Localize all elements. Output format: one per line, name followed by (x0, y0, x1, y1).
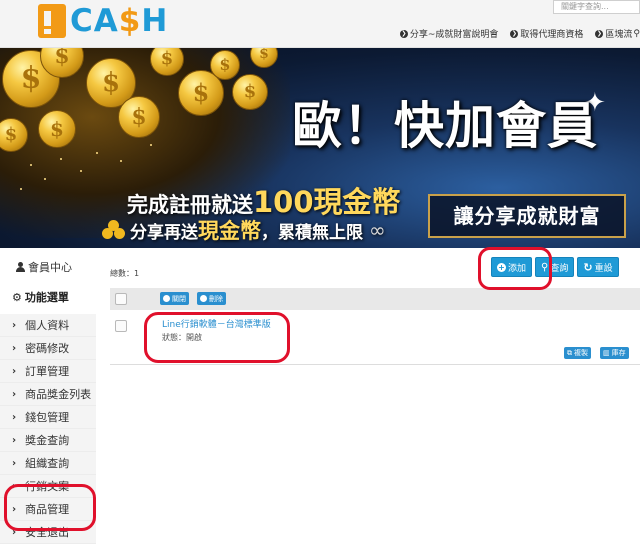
main-content: 總數：1 + 添加 ⚲ 查詢 ↻ 重設 關閉 刪除 Line行銷軟體－台灣標準版 狀態… (96, 252, 640, 547)
chevron-right-icon: › (12, 457, 17, 469)
sidebar-item-bonus-query[interactable]: › 獎金查詢 (0, 429, 96, 452)
sparkle (80, 170, 82, 172)
logo-mark-icon (38, 4, 66, 38)
sidebar-item-marketing[interactable]: › 行銷文案 (0, 475, 96, 498)
sparkle (120, 160, 122, 162)
chevron-right-icon: › (12, 434, 17, 446)
select-all-checkbox[interactable] (115, 293, 127, 305)
plus-circle-icon: + (497, 262, 506, 272)
reset-button[interactable]: ↻ 重設 (577, 257, 619, 277)
refresh-icon: ↻ (583, 260, 593, 274)
add-button[interactable]: + 添加 (491, 257, 533, 277)
sidebar-item-password[interactable]: › 密碼修改 (0, 337, 96, 360)
table-header: 關閉 刪除 (110, 288, 640, 310)
chevron-right-icon: › (12, 411, 17, 423)
toolbar: + 添加 ⚲ 查詢 ↻ 重設 (491, 257, 622, 277)
user-icon (16, 262, 25, 272)
banner-headline: 歐！快加會員 (292, 97, 598, 155)
sparkle (150, 144, 152, 146)
coin-icon: $ (118, 96, 160, 138)
banner-line2: 分享再送現金幣，累積無上限 ∞ (102, 215, 386, 245)
sidebar-item-logout[interactable]: › 安全退出 (0, 521, 96, 544)
sparkle (96, 152, 98, 154)
query-button[interactable]: ⚲ 查詢 (535, 257, 575, 277)
nav-item-agent[interactable]: ❯ 取得代理商資格 (510, 27, 583, 40)
sidebar-item-products[interactable]: › 商品管理 (0, 498, 96, 521)
menu-title: ⚙ 功能選單 (12, 290, 69, 305)
search-icon: ⚲ (541, 261, 549, 273)
nav-item-seminar[interactable]: ❯ 分享~成就財富說明會 (399, 27, 498, 40)
sparkle (60, 158, 62, 160)
copy-button[interactable]: ⧉ 複製 (564, 347, 591, 359)
logo-text: CA$H (70, 3, 169, 39)
close-button[interactable]: 關閉 (160, 292, 189, 305)
promo-banner[interactable]: $ $ $ $ $ $ $ $ $ $ $ ✦ 歐！快加會員 完成註冊就送100… (0, 48, 640, 248)
delete-button[interactable]: 刪除 (197, 292, 226, 305)
site-header: CA$H 關鍵字查詢... ❯ 分享~成就財富說明會 ❯ 取得代理商資格 ❯ 區塊流 ⚲ (0, 0, 640, 48)
sidebar-item-organization[interactable]: › 組織查詢 (0, 452, 96, 475)
chevron-right-icon: › (12, 388, 17, 400)
sparkle (30, 164, 32, 166)
chevron-right-icon: › (12, 365, 17, 377)
chevron-right-icon: › (12, 526, 17, 538)
chevron-right-icon: › (12, 480, 17, 492)
sidebar: 會員中心 ⚙ 功能選單 › 個人資料 › 密碼修改 › 訂單管理 › 商品獎金列表 › 錢包… (0, 252, 96, 547)
circle-arrow-icon: ❯ (510, 29, 519, 38)
sidebar-item-profile[interactable]: › 個人資料 (0, 314, 96, 337)
copy-icon: ⧉ (567, 348, 572, 357)
sidebar-item-orders[interactable]: › 訂單管理 (0, 360, 96, 383)
banner-slogan: 讓分享成就財富 (428, 194, 626, 238)
product-link[interactable]: Line行銷軟體－台灣標準版 (162, 317, 271, 330)
delete-icon (200, 295, 207, 302)
infinity-icon: ∞ (369, 218, 386, 242)
sidebar-item-wallet[interactable]: › 錢包管理 (0, 406, 96, 429)
coin-icon: $ (210, 50, 240, 80)
nav-item-blockchain[interactable]: ❯ 區塊流 ⚲ (595, 27, 640, 40)
chevron-right-icon: › (12, 319, 17, 331)
top-nav: ❯ 分享~成就財富說明會 ❯ 取得代理商資格 ❯ 區塊流 ⚲ (388, 27, 640, 40)
chevron-right-icon: › (12, 342, 17, 354)
row-checkbox[interactable] (115, 320, 127, 332)
clover-icon (102, 220, 126, 240)
inventory-button[interactable]: ▥ 庫存 (600, 347, 629, 359)
sparkle (20, 188, 22, 190)
search-icon[interactable]: ⚲ (633, 29, 640, 39)
bar-chart-icon: ▥ (603, 349, 610, 357)
total-count: 總數：1 (110, 269, 140, 278)
eye-icon (163, 295, 170, 302)
search-input[interactable]: 關鍵字查詢... (553, 0, 640, 14)
circle-arrow-icon: ❯ (595, 29, 604, 38)
chevron-right-icon: › (12, 503, 17, 515)
table-row: Line行銷軟體－台灣標準版 狀態：開啟 ⧉ 複製 ▥ 庫存 (110, 310, 640, 365)
coin-icon: $ (232, 74, 268, 110)
product-status: 狀態：開啟 (162, 333, 202, 342)
circle-arrow-icon: ❯ (399, 29, 408, 38)
member-center-link[interactable]: 會員中心 (16, 259, 72, 275)
icash-logo[interactable]: CA$H (38, 2, 168, 40)
sparkle (44, 178, 46, 180)
gears-icon: ⚙ (12, 290, 22, 304)
sidebar-menu: › 個人資料 › 密碼修改 › 訂單管理 › 商品獎金列表 › 錢包管理 › 獎金查詢 › 組… (0, 314, 96, 544)
coin-icon: $ (38, 110, 76, 148)
sidebar-item-product-bonus[interactable]: › 商品獎金列表 (0, 383, 96, 406)
